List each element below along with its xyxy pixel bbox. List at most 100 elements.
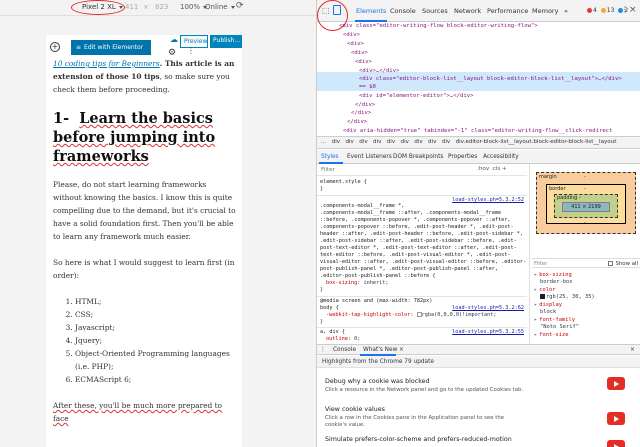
style-rule-selector[interactable]: a, div { [320,329,345,336]
breadcrumb-item[interactable]: div [359,139,367,145]
breadcrumb-item[interactable]: div [332,139,340,145]
intro-paragraph: 10 coding tips for Beginners. This artic… [53,59,235,94]
elementor-icon: ≡ [76,44,82,51]
dom-node[interactable]: </div> [347,118,367,127]
publish-button[interactable]: Publish... [210,35,242,48]
breadcrumb-item-current[interactable]: div.editor-block-list__layout.block-edit… [456,139,617,145]
edit-with-elementor-button[interactable]: ≡ Edit with Elementor [71,40,151,55]
more-options-icon[interactable]: ⋮ [187,47,195,55]
breadcrumb-item[interactable]: div [373,139,381,145]
style-source-link[interactable]: load-styles.ph=5.3.2:55 [452,329,524,336]
sidebar-tabs: Styles Event Listeners DOM Breakpoints P… [317,150,640,164]
intro-link[interactable]: 10 coding tips for Beginners [53,59,160,68]
active-tab-indicator [355,20,387,22]
computed-filter[interactable]: Filter Show all [532,258,640,268]
youtube-play-icon[interactable] [607,412,625,425]
breadcrumb-item[interactable]: div [428,139,436,145]
styles-filter-row: :hov .cls + [317,164,527,176]
breadcrumb-item[interactable]: div [401,139,409,145]
computed-pane: margin - border - padding - 411 × 2199 -… [529,164,640,344]
article-content[interactable]: 10 coding tips for Beginners. This artic… [53,57,237,438]
dom-tree[interactable]: <div class="editor-writing-flow block-ed… [317,23,640,135]
breadcrumb-item[interactable]: div [345,139,353,145]
close-icon[interactable]: × [629,5,637,15]
tab-memory[interactable]: Memory [532,7,558,15]
kebab-icon[interactable]: ⋮ [320,347,326,353]
add-block-button[interactable]: + [50,42,60,52]
tab-whats-new[interactable]: What's New [363,347,397,353]
tab-accessibility[interactable]: Accessibility [483,154,519,160]
annotation-circle [71,0,125,15]
breadcrumb-item[interactable]: ... [321,139,326,145]
styles-filter-input[interactable] [321,166,471,174]
more-options-icon[interactable]: ⋮ [621,5,629,14]
styles-pane[interactable]: element.style { } load-styles.ph=5.3.2:5… [317,176,527,343]
style-rule-selector: .editor-post-publish-panel ::before { [320,273,436,279]
devtools-tabbar: ⬚ Elements Console Sources Network Perfo… [317,0,640,31]
dom-node[interactable]: <div> [355,58,372,67]
whats-new-item-title[interactable]: Debug why a cookie was blocked [325,378,430,385]
tab-console[interactable]: Console [390,7,416,15]
height-input[interactable]: 823 [155,3,168,11]
tab-network[interactable]: Network [454,7,481,15]
whats-new-item-title[interactable]: View cookie values [325,406,385,413]
style-rule-selector: .components-popover ::before, .edit-post… [320,224,514,230]
whats-new-item-title[interactable]: Simulate prefers-color-scheme and prefer… [325,436,512,443]
style-rule-selector[interactable]: element.style { [320,179,367,186]
throttle-select[interactable]: Online [205,3,235,11]
style-declaration[interactable]: -webkit-tap-highlight-color: rgba(0,0,0,… [326,312,497,319]
dom-node[interactable]: </div> [351,109,371,118]
style-declaration[interactable]: outline: 0; [326,336,360,343]
dimension-separator: × [143,3,149,11]
rotate-icon[interactable]: ⟳ [236,1,244,11]
style-rule-close: } [320,186,324,192]
list-item: CSS; [75,308,237,321]
cloud-icon[interactable]: ☁ [170,35,178,44]
hov-cls-toggles[interactable]: :hov .cls + [477,166,507,172]
computed-prop[interactable]: ▸ display [534,302,562,309]
show-all-checkbox[interactable]: Show all [608,261,638,267]
whats-new-header: Highlights from the Chrome 79 update [317,356,640,368]
style-declaration[interactable]: box-sizing: inherit; [326,280,388,287]
tab-event-listeners[interactable]: Event Listeners [347,154,392,160]
tab-sources[interactable]: Sources [422,7,448,15]
error-icon [587,8,592,13]
width-input[interactable]: 411 [125,3,138,11]
more-tabs-icon[interactable]: » [564,7,568,15]
youtube-play-icon[interactable] [607,440,625,447]
computed-prop[interactable]: ▸ font-family [534,317,575,324]
close-icon[interactable]: × [630,347,635,353]
dom-node[interactable]: <div> [351,49,368,58]
dom-node[interactable]: <div class="editor-writing-flow block-ed… [339,23,538,31]
style-rule-selector[interactable]: body { [320,305,339,312]
computed-prop[interactable]: ▸ font-size [534,332,568,339]
margin-value: - [584,174,586,180]
tab-styles[interactable]: Styles [321,154,339,160]
style-source-link[interactable]: load-styles.ph=5.3.2:62 [452,305,524,312]
tab-elements[interactable]: Elements [356,7,386,15]
dom-node[interactable]: <div> [343,31,360,40]
style-rule-selector: visual-editor ::after, .edit-post-visual… [320,259,527,265]
computed-prop[interactable]: ▸ box-sizing [534,272,572,279]
selected-dom-node[interactable]: <div class="editor-block-list__layout bl… [359,75,631,91]
dom-node[interactable]: <div aria-hidden="true" tabindex="-1" cl… [343,127,633,135]
youtube-play-icon[interactable] [607,377,625,390]
breadcrumb-item[interactable]: div [414,139,422,145]
computed-prop[interactable]: ▸ color [534,287,555,294]
paragraph: After these, you'll be much more prepare… [53,401,222,423]
list-item: Javascript; [75,321,237,334]
tab-drawer-console[interactable]: Console [333,347,356,353]
tab-performance[interactable]: Performance [487,7,528,15]
tab-dom-breakpoints[interactable]: DOM Breakpoints [393,154,443,160]
zoom-select[interactable]: 100% [180,3,208,11]
device-viewport: + ≡ Edit with Elementor ☁ Preview Publish… [46,35,242,447]
breadcrumb-item[interactable]: div [442,139,450,145]
dom-node[interactable]: <div id="elementor-editor">…</div> [359,92,474,101]
elementor-label: Edit with Elementor [84,44,144,51]
tab-properties[interactable]: Properties [448,154,477,160]
breadcrumb-item[interactable]: div [387,139,395,145]
dom-node[interactable]: <div> [347,40,364,49]
style-source-link[interactable]: load-styles.ph=5.3.2:52 [452,197,524,204]
computed-value: border-box [540,279,573,285]
close-icon[interactable]: × [399,347,404,353]
